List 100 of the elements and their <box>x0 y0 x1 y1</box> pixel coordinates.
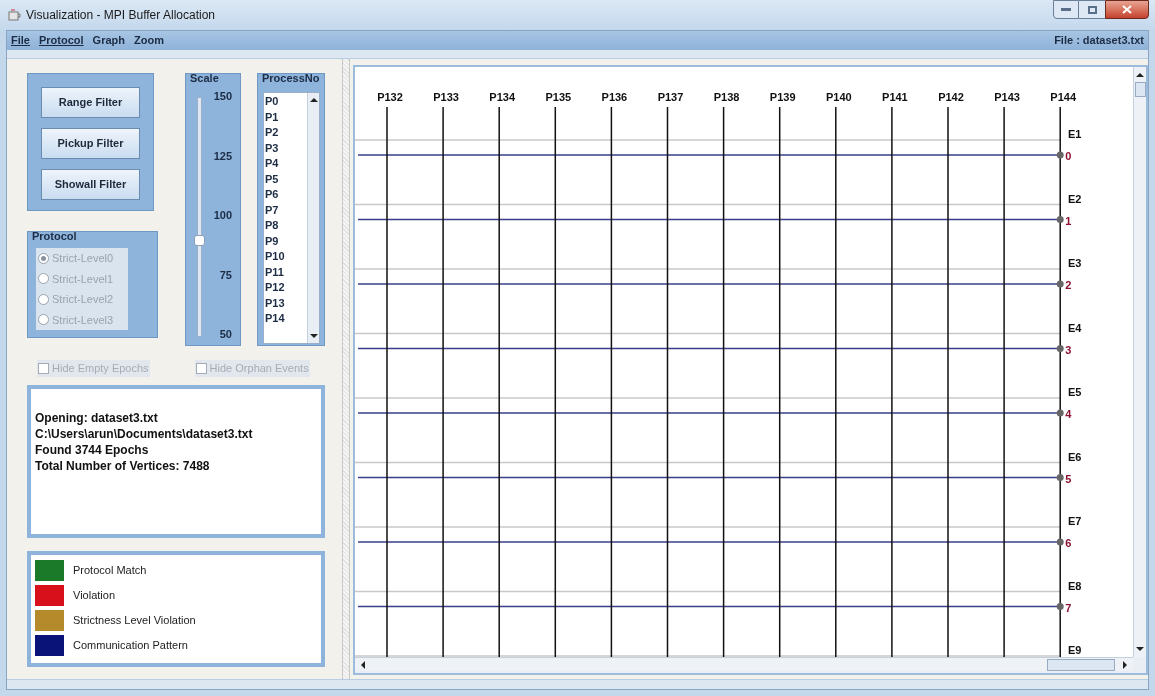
process-label: P135 <box>545 90 572 105</box>
log-line: C:\Users\arun\Documents\dataset3.txt <box>35 425 254 442</box>
scale-tick: 100 <box>213 208 232 223</box>
group-title: Protocol <box>32 231 77 242</box>
minimize-button[interactable] <box>1053 0 1079 19</box>
vertical-scrollbar[interactable] <box>1133 67 1146 657</box>
process-label: P136 <box>601 90 628 105</box>
scale-tick: 50 <box>219 327 232 342</box>
process-item[interactable]: P0 <box>265 94 307 110</box>
process-label: P143 <box>994 90 1020 105</box>
scroll-thumb[interactable] <box>1047 658 1115 671</box>
right-arrow-icon <box>1121 660 1129 669</box>
log-line: Total Number of Vertices: 7488 <box>35 457 211 474</box>
maximize-button[interactable] <box>1079 0 1105 19</box>
filter-button[interactable]: Showall Filter <box>41 169 140 200</box>
legend-label: Communication Pattern <box>73 637 188 653</box>
log-line: Found 3744 Epochs <box>35 441 150 458</box>
left-arrow-icon <box>359 660 367 669</box>
epoch-label: E9 <box>1068 643 1082 657</box>
process-label: P137 <box>657 90 684 105</box>
event-dot <box>1056 280 1064 288</box>
process-item[interactable]: P2 <box>265 125 307 141</box>
close-button[interactable] <box>1105 0 1149 19</box>
process-label: P138 <box>713 90 740 105</box>
process-item[interactable]: P12 <box>265 280 307 296</box>
scale-slider-track[interactable] <box>197 97 202 337</box>
menu-item[interactable]: File <box>11 32 30 49</box>
event-dot <box>1056 345 1064 352</box>
event-dot <box>1056 216 1064 223</box>
process-label: P134 <box>489 90 516 105</box>
legend-label: Protocol Match <box>73 562 147 578</box>
log-line: Opening: dataset3.txt <box>35 409 159 426</box>
event-number: 2 <box>1065 278 1072 293</box>
process-item[interactable]: P9 <box>265 233 307 249</box>
down-arrow-icon <box>309 332 318 340</box>
process-item[interactable]: P1 <box>265 109 307 125</box>
event-dot <box>1056 603 1064 610</box>
process-label: P132 <box>377 90 403 105</box>
event-dot <box>1056 538 1064 546</box>
java-cup-icon <box>8 8 22 22</box>
process-item[interactable]: P14 <box>265 311 307 327</box>
group-title: Scale <box>190 73 219 84</box>
close-icon <box>1122 5 1132 14</box>
epoch-label: E1 <box>1068 127 1082 142</box>
event-number: 4 <box>1065 407 1072 422</box>
process-item[interactable]: P6 <box>265 187 307 203</box>
menu-item[interactable]: Zoom <box>134 32 164 49</box>
legend-label: Violation <box>73 587 115 603</box>
process-label: P133 <box>433 90 459 105</box>
process-item[interactable]: P4 <box>265 156 307 172</box>
scroll-thumb[interactable] <box>1134 82 1146 97</box>
epoch-label: E2 <box>1068 191 1082 207</box>
process-item[interactable]: P3 <box>265 140 307 156</box>
event-number: 6 <box>1065 536 1072 551</box>
menu-item[interactable]: Graph <box>92 32 125 49</box>
up-arrow-icon <box>309 96 318 104</box>
process-item[interactable]: P5 <box>265 171 307 187</box>
horizontal-scrollbar[interactable] <box>355 657 1133 671</box>
epoch-label: E6 <box>1068 449 1082 465</box>
scale-tick: 75 <box>219 267 232 283</box>
window-title: Visualization - MPI Buffer Allocation <box>26 7 215 24</box>
filter-button[interactable]: Range Filter <box>41 87 140 118</box>
menu-item[interactable]: Protocol <box>38 32 84 49</box>
process-label: P142 <box>938 90 964 105</box>
process-item[interactable]: P10 <box>265 249 307 265</box>
process-item[interactable]: P7 <box>265 202 307 218</box>
process-label: P144 <box>1050 90 1077 105</box>
scale-tick: 125 <box>213 148 232 164</box>
epoch-label: E4 <box>1068 320 1082 336</box>
event-dot <box>1056 409 1064 417</box>
legend-label: Strictness Level Violation <box>73 612 196 628</box>
event-dot <box>1056 474 1064 481</box>
process-label: P140 <box>825 90 852 105</box>
scrollbar[interactable] <box>307 93 319 343</box>
process-label: P139 <box>769 90 796 105</box>
group-title: ProcessNo <box>262 73 320 84</box>
event-number: 7 <box>1065 600 1072 616</box>
radio-label: Strict-Level2 <box>52 292 114 307</box>
event-number: 1 <box>1065 213 1072 229</box>
process-label: P141 <box>882 90 908 105</box>
file-label: File : dataset3.txt <box>1054 33 1144 49</box>
event-number: 3 <box>1065 342 1072 358</box>
epoch-label: E5 <box>1068 385 1082 400</box>
process-item[interactable]: P13 <box>265 295 307 311</box>
up-arrow-icon <box>1136 71 1144 79</box>
radio-label: Strict-Level1 <box>52 271 114 287</box>
epoch-label: E7 <box>1068 514 1082 529</box>
event-number: 5 <box>1065 471 1072 487</box>
slider-thumb[interactable] <box>194 234 205 246</box>
epoch-label: E3 <box>1068 256 1082 271</box>
process-item[interactable]: P8 <box>265 218 307 234</box>
filter-button[interactable]: Pickup Filter <box>41 128 140 159</box>
epoch-label: E8 <box>1068 578 1082 594</box>
scale-tick: 150 <box>213 89 232 104</box>
event-dot <box>1056 151 1064 159</box>
process-item[interactable]: P11 <box>265 264 307 280</box>
radio-label: Strict-Level0 <box>52 251 114 266</box>
radio-label: Strict-Level3 <box>52 312 114 328</box>
down-arrow-icon <box>1136 645 1144 653</box>
event-number: 0 <box>1065 149 1072 164</box>
